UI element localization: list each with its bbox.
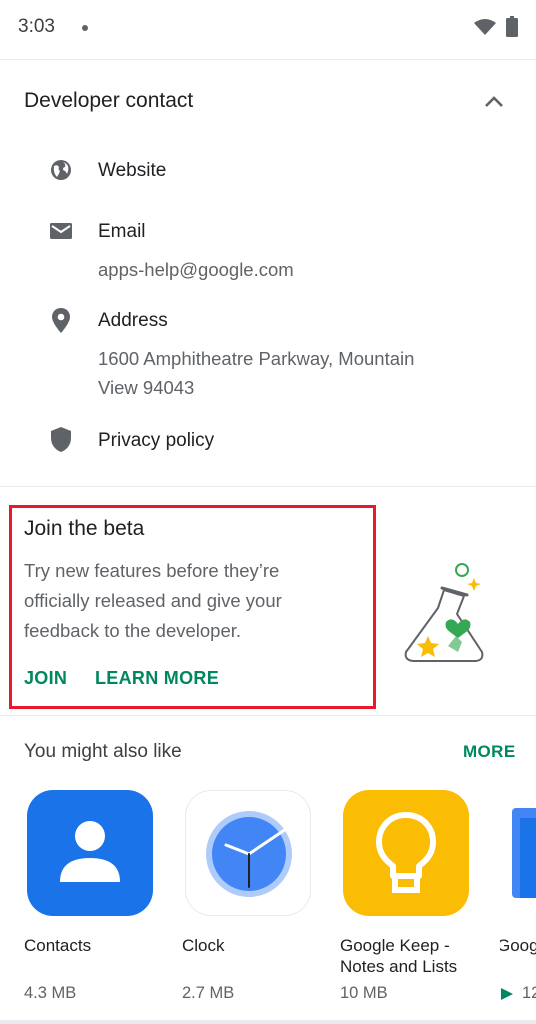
keep-app-icon [343, 790, 469, 916]
status-time: 3:03 [18, 16, 55, 37]
app-name: Contacts [24, 936, 92, 955]
app-name: Goog [500, 936, 536, 955]
beta-title: Join the beta [24, 517, 145, 540]
suggestions-title: You might also like [24, 741, 182, 762]
app-name-line: Notes and Lists [340, 957, 458, 976]
developer-contact-title: Developer contact [24, 89, 194, 112]
app-size: 4.3 MB [24, 984, 77, 1002]
wifi-icon [474, 19, 496, 35]
notification-dot-icon [82, 25, 88, 31]
email-value: apps-help@google.com [98, 259, 294, 280]
app-card-clock[interactable]: Clock 2.7 MB [182, 790, 315, 1002]
contacts-app-icon [27, 790, 153, 916]
beta-description-line: feedback to the developer. [24, 620, 242, 641]
bottom-edge [0, 1020, 536, 1024]
app-name: Google Keep - Notes and Lists [340, 935, 490, 977]
address-line-1: 1600 Amphitheatre Parkway, Mountain [98, 348, 415, 369]
chevron-up-icon[interactable] [480, 90, 508, 114]
divider [0, 59, 536, 60]
status-bar: 3:03 [0, 0, 536, 56]
globe-icon [51, 160, 71, 180]
shield-icon [51, 427, 71, 452]
learn-more-button[interactable]: LEARN MORE [95, 668, 219, 689]
app-details-screen: 3:03 Developer contact Website Email app… [0, 0, 536, 1024]
mail-icon [50, 223, 72, 239]
beta-flask-illustration [404, 563, 484, 662]
app-card-google[interactable]: Goog 12 [500, 790, 536, 1010]
beta-description-line: Try new features before they’re [24, 560, 280, 581]
app-size: 12 [522, 984, 536, 1002]
address-line-2: View 94043 [98, 377, 195, 398]
beta-description-line: officially released and give your [24, 590, 282, 611]
person-icon [60, 821, 120, 882]
app-card-keep[interactable]: Google Keep - Notes and Lists 10 MB [340, 790, 473, 1002]
app-size: 2.7 MB [182, 984, 235, 1002]
address-label: Address [98, 310, 168, 331]
app-name: Clock [182, 936, 225, 955]
privacy-policy-label: Privacy policy [98, 430, 215, 451]
location-pin-icon [52, 308, 70, 333]
join-button[interactable]: JOIN [24, 668, 67, 689]
app-card-contacts[interactable]: Contacts 4.3 MB [24, 790, 157, 1002]
more-button[interactable]: MORE [463, 742, 516, 762]
clock-face-icon [206, 811, 292, 897]
divider [0, 715, 536, 716]
play-badge-icon [501, 988, 513, 1000]
clock-app-icon [185, 790, 311, 916]
google-blue-icon [512, 808, 536, 898]
divider [0, 486, 536, 487]
app-name-line: Google Keep - [340, 936, 450, 955]
lightbulb-icon [376, 812, 436, 893]
beta-description: Try new features before they’re official… [24, 556, 344, 646]
battery-icon [506, 16, 518, 37]
website-label: Website [98, 160, 167, 181]
app-size: 10 MB [340, 984, 388, 1002]
email-label: Email [98, 221, 146, 242]
google-app-icon [500, 790, 536, 916]
